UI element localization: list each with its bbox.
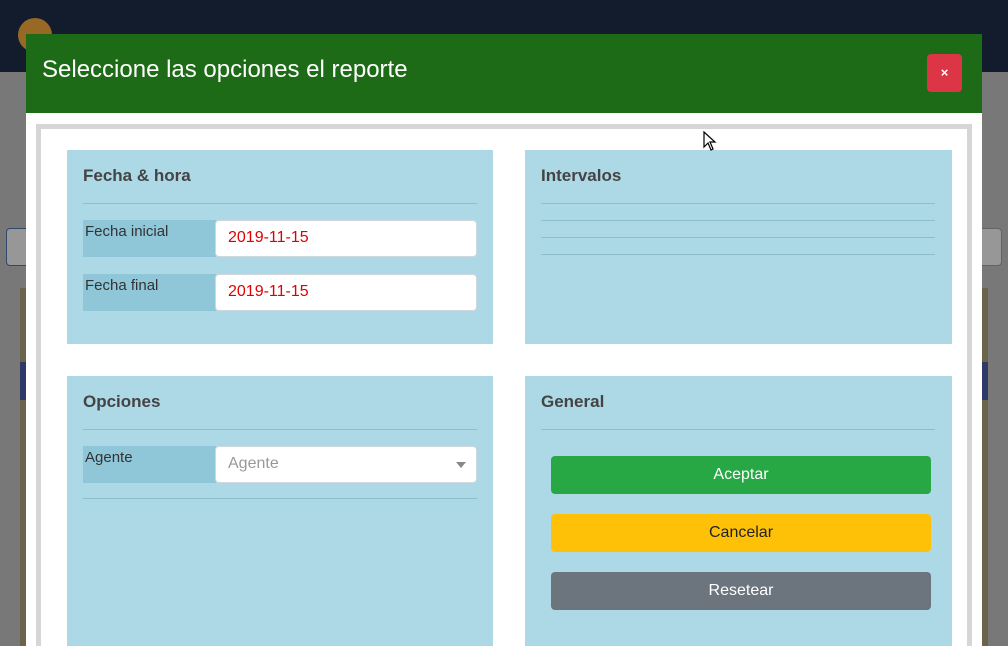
- divider: [541, 237, 935, 238]
- reset-button[interactable]: Resetear: [551, 572, 931, 610]
- divider: [541, 203, 935, 204]
- options-card: Opciones Agente Agente: [67, 376, 493, 646]
- modal-header: Seleccione las opciones el reporte ×: [26, 34, 982, 113]
- divider: [541, 220, 935, 221]
- divider: [83, 498, 477, 499]
- divider: [83, 203, 477, 204]
- close-button[interactable]: ×: [927, 54, 962, 92]
- intervals-card: Intervalos: [525, 150, 952, 344]
- end-date-input[interactable]: 2019-11-15: [215, 274, 477, 311]
- divider: [83, 429, 477, 430]
- options-card-title: Opciones: [83, 392, 161, 411]
- chevron-down-icon: [456, 462, 466, 468]
- accept-button[interactable]: Aceptar: [551, 456, 931, 494]
- agent-label: Agente: [83, 446, 216, 483]
- general-card: General Aceptar Cancelar Resetear: [525, 376, 952, 646]
- modal-body: Fecha & hora Fecha inicial 2019-11-15 Fe…: [36, 124, 972, 646]
- divider: [541, 254, 935, 255]
- end-date-value: 2019-11-15: [228, 283, 309, 300]
- start-date-value: 2019-11-15: [228, 229, 309, 246]
- datetime-card: Fecha & hora Fecha inicial 2019-11-15 Fe…: [67, 150, 493, 344]
- datetime-card-title: Fecha & hora: [83, 166, 191, 185]
- modal-title: Seleccione las opciones el reporte: [42, 56, 408, 83]
- intervals-card-title: Intervalos: [541, 166, 622, 185]
- mouse-cursor-icon: [703, 131, 717, 151]
- start-date-label: Fecha inicial: [83, 220, 216, 257]
- agent-select[interactable]: Agente: [215, 446, 477, 483]
- cancel-button[interactable]: Cancelar: [551, 514, 931, 552]
- end-date-label: Fecha final: [83, 274, 216, 311]
- report-options-modal: Seleccione las opciones el reporte × Fec…: [26, 34, 982, 646]
- divider: [541, 429, 935, 430]
- start-date-input[interactable]: 2019-11-15: [215, 220, 477, 257]
- agent-select-placeholder: Agente: [228, 455, 279, 472]
- general-card-title: General: [541, 392, 605, 411]
